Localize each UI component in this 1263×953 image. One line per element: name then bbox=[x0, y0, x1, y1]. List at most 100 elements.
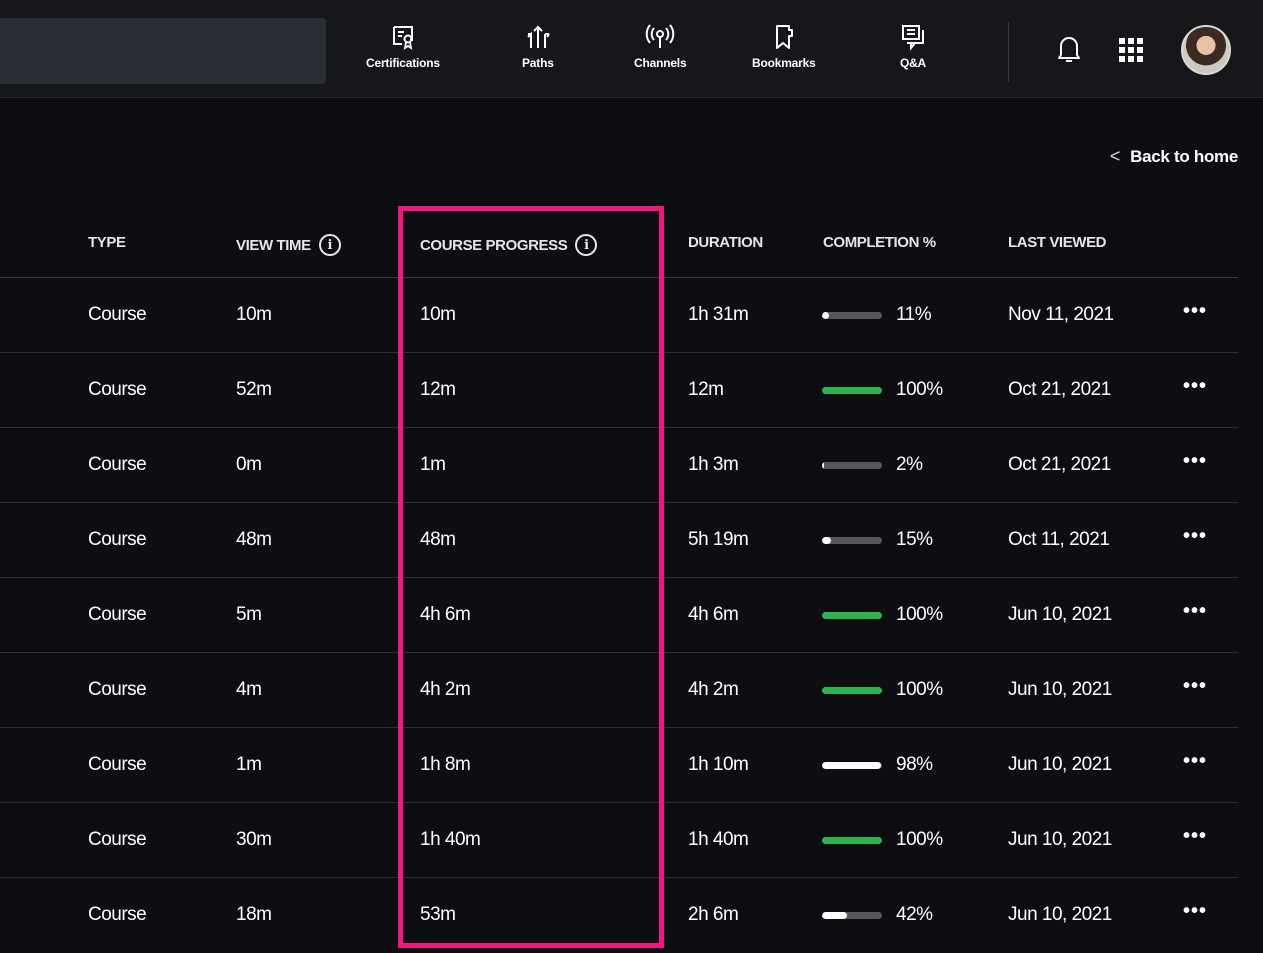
cell-last-viewed: Jun 10, 2021 bbox=[1008, 754, 1112, 775]
nav-item-certifications[interactable]: Certifications bbox=[366, 22, 440, 84]
cell-completion: 98% bbox=[896, 754, 933, 775]
cell-view-time: 30m bbox=[236, 829, 272, 850]
back-link-label: Back to home bbox=[1130, 146, 1238, 166]
table-row[interactable]: Course 10m 10m 1h 31m 11% Nov 11, 2021 ••• bbox=[0, 278, 1238, 353]
row-more-menu-icon[interactable]: ••• bbox=[1183, 300, 1207, 323]
cell-completion: 2% bbox=[896, 454, 923, 475]
completion-progress-fill bbox=[822, 837, 882, 844]
column-header-view-time[interactable]: VIEW TIME i bbox=[236, 234, 341, 256]
cell-last-viewed: Oct 21, 2021 bbox=[1008, 379, 1111, 400]
cell-completion: 100% bbox=[896, 679, 943, 700]
completion-progress-fill bbox=[822, 912, 848, 919]
table-row[interactable]: Course 30m 1h 40m 1h 40m 100% Jun 10, 2021 ••• bbox=[0, 803, 1238, 878]
table-row[interactable]: Course 1m 1h 8m 1h 10m 98% Jun 10, 2021 ••• bbox=[0, 728, 1238, 803]
row-more-menu-icon[interactable]: ••• bbox=[1183, 825, 1207, 848]
completion-progress-fill bbox=[822, 312, 829, 319]
column-header-completion[interactable]: COMPLETION % bbox=[823, 234, 936, 251]
completion-progress-bar bbox=[822, 912, 882, 919]
cell-last-viewed: Nov 11, 2021 bbox=[1008, 304, 1114, 325]
table-body: Course 10m 10m 1h 31m 11% Nov 11, 2021 ••• Cour… bbox=[0, 278, 1238, 953]
row-more-menu-icon[interactable]: ••• bbox=[1183, 900, 1207, 923]
table-row[interactable]: Course 5m 4h 6m 4h 6m 100% Jun 10, 2021 ••• bbox=[0, 578, 1238, 653]
table-row[interactable]: Course 52m 12m 12m 100% Oct 21, 2021 ••• bbox=[0, 353, 1238, 428]
column-header-duration[interactable]: DURATION bbox=[688, 234, 763, 251]
cell-course-progress: 10m bbox=[420, 304, 456, 325]
cell-view-time: 18m bbox=[236, 904, 272, 925]
avatar[interactable] bbox=[1181, 25, 1231, 75]
bell-icon[interactable] bbox=[1055, 33, 1083, 65]
nav-item-channels[interactable]: Channels bbox=[634, 22, 687, 84]
row-more-menu-icon[interactable]: ••• bbox=[1183, 750, 1207, 773]
cell-duration: 1h 40m bbox=[688, 829, 749, 850]
nav-label: Channels bbox=[634, 56, 687, 70]
column-header-course-progress[interactable]: COURSE PROGRESS i bbox=[420, 234, 598, 256]
cell-type: Course bbox=[88, 454, 147, 475]
cell-type: Course bbox=[88, 829, 147, 850]
cell-course-progress: 1h 8m bbox=[420, 754, 471, 775]
completion-progress-fill bbox=[822, 762, 881, 769]
cell-completion: 100% bbox=[896, 829, 943, 850]
completion-progress-bar bbox=[822, 462, 882, 469]
cell-completion: 11% bbox=[896, 304, 932, 325]
nav-item-qa[interactable]: Q&A bbox=[898, 22, 928, 84]
cell-view-time: 48m bbox=[236, 529, 272, 550]
cell-type: Course bbox=[88, 529, 147, 550]
completion-progress-bar bbox=[822, 687, 882, 694]
channels-icon bbox=[645, 24, 675, 48]
cell-view-time: 1m bbox=[236, 754, 262, 775]
cell-course-progress: 48m bbox=[420, 529, 456, 550]
completion-progress-bar bbox=[822, 312, 882, 319]
cell-completion: 100% bbox=[896, 379, 943, 400]
nav-item-bookmarks[interactable]: Bookmarks bbox=[752, 22, 816, 84]
cell-view-time: 52m bbox=[236, 379, 272, 400]
cell-duration: 1h 10m bbox=[688, 754, 749, 775]
nav-divider bbox=[1008, 22, 1009, 82]
cell-course-progress: 1h 40m bbox=[420, 829, 481, 850]
nav-label: Paths bbox=[522, 56, 554, 70]
cell-last-viewed: Oct 11, 2021 bbox=[1008, 529, 1110, 550]
column-header-type[interactable]: TYPE bbox=[88, 234, 126, 251]
back-to-home-link[interactable]: < Back to home bbox=[1110, 146, 1238, 167]
cell-duration: 2h 6m bbox=[688, 904, 739, 925]
table-row[interactable]: Course 4m 4h 2m 4h 2m 100% Jun 10, 2021 ••• bbox=[0, 653, 1238, 728]
search-input[interactable] bbox=[0, 18, 326, 84]
column-header-last-viewed[interactable]: LAST VIEWED bbox=[1008, 234, 1107, 251]
cell-completion: 42% bbox=[896, 904, 933, 925]
row-more-menu-icon[interactable]: ••• bbox=[1183, 675, 1207, 698]
completion-progress-bar bbox=[822, 837, 882, 844]
table-row[interactable]: Course 18m 53m 2h 6m 42% Jun 10, 2021 ••• bbox=[0, 878, 1238, 953]
cell-type: Course bbox=[88, 679, 147, 700]
completion-progress-bar bbox=[822, 612, 882, 619]
completion-progress-fill bbox=[822, 612, 882, 619]
completion-progress-fill bbox=[822, 462, 825, 469]
cell-last-viewed: Oct 21, 2021 bbox=[1008, 454, 1111, 475]
info-icon[interactable]: i bbox=[575, 234, 598, 256]
cell-course-progress: 53m bbox=[420, 904, 456, 925]
completion-progress-fill bbox=[822, 687, 882, 694]
apps-grid-icon[interactable] bbox=[1118, 37, 1144, 63]
cell-view-time: 0m bbox=[236, 454, 262, 475]
paths-icon bbox=[527, 25, 550, 48]
qa-icon bbox=[902, 25, 924, 51]
cell-view-time: 4m bbox=[236, 679, 262, 700]
table-row[interactable]: Course 48m 48m 5h 19m 15% Oct 11, 2021 ••• bbox=[0, 503, 1238, 578]
cell-duration: 1h 3m bbox=[688, 454, 739, 475]
certificate-icon bbox=[392, 26, 413, 50]
row-more-menu-icon[interactable]: ••• bbox=[1183, 450, 1207, 473]
cell-last-viewed: Jun 10, 2021 bbox=[1008, 904, 1112, 925]
info-icon[interactable]: i bbox=[318, 234, 341, 256]
cell-view-time: 5m bbox=[236, 604, 262, 625]
row-more-menu-icon[interactable]: ••• bbox=[1183, 525, 1207, 548]
cell-duration: 4h 2m bbox=[688, 679, 739, 700]
table-header: TYPE VIEW TIME i COURSE PROGRESS i DURAT… bbox=[0, 208, 1238, 278]
table-row[interactable]: Course 0m 1m 1h 3m 2% Oct 21, 2021 ••• bbox=[0, 428, 1238, 503]
completion-progress-fill bbox=[822, 537, 831, 544]
nav-label: Q&A bbox=[899, 56, 927, 70]
cell-course-progress: 1m bbox=[420, 454, 446, 475]
cell-type: Course bbox=[88, 379, 147, 400]
cell-course-progress: 4h 6m bbox=[420, 604, 471, 625]
completion-progress-bar bbox=[822, 537, 882, 544]
nav-item-paths[interactable]: Paths bbox=[522, 22, 554, 84]
row-more-menu-icon[interactable]: ••• bbox=[1183, 600, 1207, 623]
row-more-menu-icon[interactable]: ••• bbox=[1183, 375, 1207, 398]
